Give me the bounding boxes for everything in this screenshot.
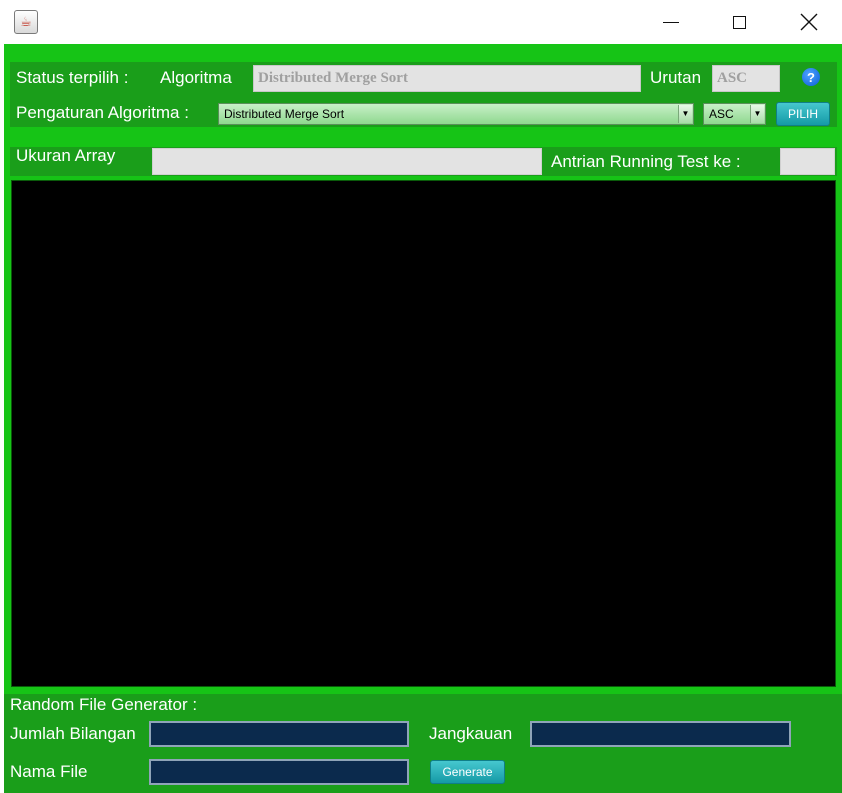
range-label: Jangkauan xyxy=(429,724,513,743)
generate-button[interactable]: Generate xyxy=(430,760,505,784)
order-label: Urutan xyxy=(650,68,702,87)
algorithm-label: Algoritma xyxy=(160,68,232,87)
title-bar: ☕ xyxy=(0,0,842,44)
settings-label: Pengaturan Algoritma : xyxy=(16,103,189,122)
chevron-down-icon[interactable]: ▼ xyxy=(678,105,692,123)
range-input[interactable] xyxy=(530,721,791,747)
algorithm-status-field: Distributed Merge Sort xyxy=(253,65,641,92)
queue-field xyxy=(780,148,835,175)
array-size-label: Ukuran Array xyxy=(16,146,116,165)
chevron-down-icon[interactable]: ▼ xyxy=(750,105,764,123)
maximize-button[interactable] xyxy=(716,0,762,44)
array-size-field xyxy=(152,148,542,175)
count-label: Jumlah Bilangan xyxy=(10,724,136,743)
order-status-field: ASC xyxy=(712,65,780,92)
select-button[interactable]: PILIH xyxy=(776,102,830,126)
queue-label: Antrian Running Test ke : xyxy=(551,152,741,171)
order-select[interactable]: ASC ▼ xyxy=(703,103,766,125)
count-input[interactable] xyxy=(149,721,409,747)
filename-label: Nama File xyxy=(10,762,88,781)
maximize-icon xyxy=(732,15,746,29)
output-area[interactable] xyxy=(11,180,836,687)
help-icon[interactable]: ? xyxy=(802,68,820,86)
minimize-button[interactable] xyxy=(648,0,694,44)
generator-title: Random File Generator : xyxy=(10,695,198,714)
java-cup-icon[interactable]: ☕ xyxy=(14,10,38,34)
filename-input[interactable] xyxy=(149,759,409,785)
close-button[interactable] xyxy=(786,0,832,44)
order-select-value: ASC xyxy=(709,107,734,121)
algorithm-select[interactable]: Distributed Merge Sort ▼ xyxy=(218,103,694,125)
close-icon xyxy=(800,13,818,31)
status-label: Status terpilih : xyxy=(16,68,129,87)
algorithm-select-value: Distributed Merge Sort xyxy=(224,107,345,121)
minimize-icon xyxy=(663,21,679,23)
